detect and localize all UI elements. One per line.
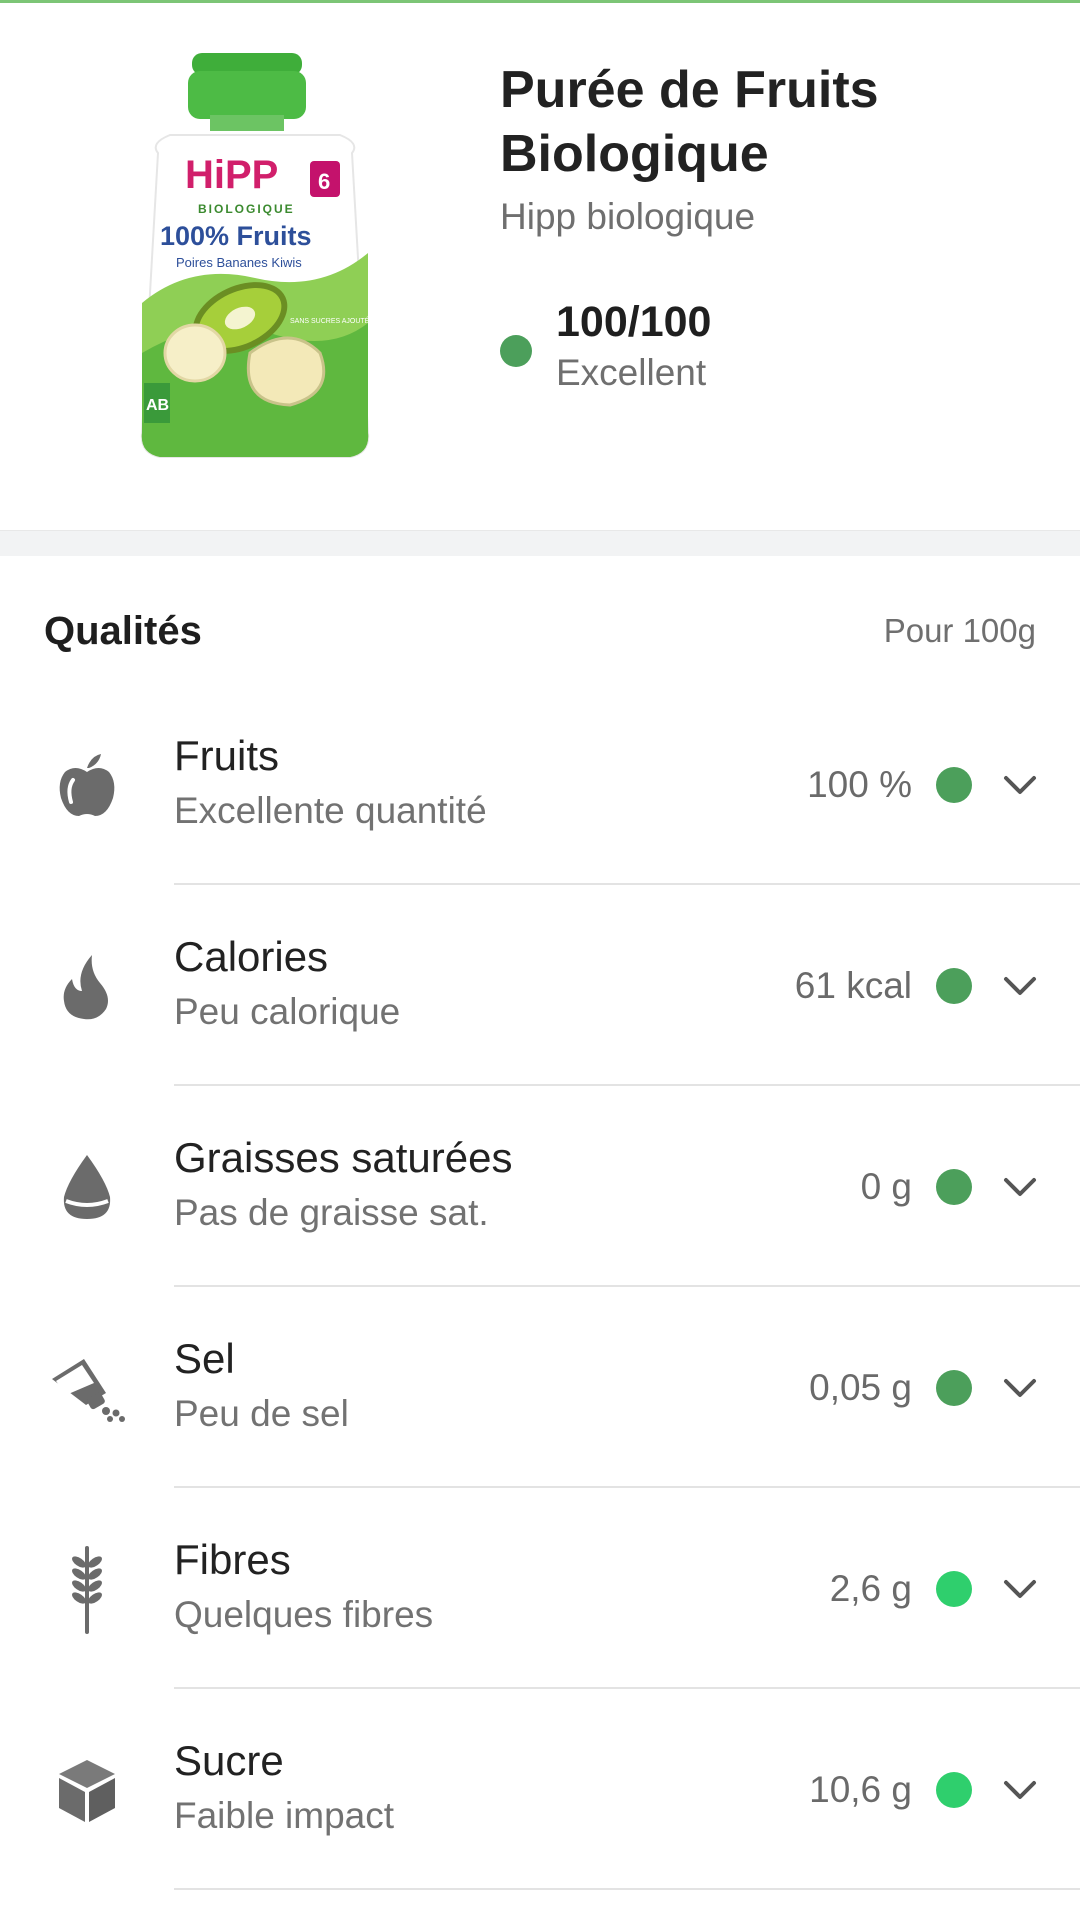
- quality-status-dot: [936, 766, 972, 803]
- drop-icon: [52, 1152, 122, 1222]
- quality-name: Sel: [174, 1335, 235, 1382]
- product-header: HiPP 6 BIOLOGIQUE 100% Fruits Poires Ban…: [0, 3, 1080, 530]
- quality-value: 2,6 g: [829, 1567, 912, 1609]
- ab-seal: AB: [146, 397, 169, 414]
- quality-value: 0 g: [860, 1165, 912, 1207]
- package-line: BIOLOGIQUE: [198, 202, 295, 216]
- age-badge: 6: [318, 169, 330, 194]
- package-flavour: Poires Bananes Kiwis: [176, 255, 302, 270]
- quality-value: 0,05 g: [809, 1366, 912, 1408]
- qualities-title: Qualités: [44, 608, 202, 653]
- section-divider: [0, 530, 1080, 556]
- sugar-cube-icon: [52, 1755, 122, 1825]
- product-image[interactable]: HiPP 6 BIOLOGIQUE 100% Fruits Poires Ban…: [130, 53, 380, 473]
- quality-value: 100 %: [807, 763, 912, 805]
- product-brand: Hipp biologique: [500, 196, 756, 237]
- quality-value: 61 kcal: [794, 964, 912, 1006]
- quality-name: Graisses saturées: [174, 1134, 513, 1181]
- chevron-down-icon[interactable]: [1002, 1370, 1038, 1406]
- quality-status-dot: [936, 1168, 972, 1205]
- quality-desc: Peu de sel: [174, 1393, 349, 1434]
- quality-status-dot: [936, 1771, 972, 1808]
- quality-desc: Peu calorique: [174, 991, 401, 1032]
- row-divider: [174, 1888, 1080, 1890]
- quality-name: Fruits: [174, 732, 279, 779]
- score-value: 100/100: [556, 298, 712, 346]
- chevron-down-icon[interactable]: [1002, 968, 1038, 1004]
- flame-icon: [52, 951, 122, 1021]
- chevron-down-icon[interactable]: [1002, 1571, 1038, 1607]
- quality-row-sugar[interactable]: Sucre Faible impact 10,6 g: [0, 1689, 1080, 1890]
- quality-row-saturated-fat[interactable]: Graisses saturées Pas de graisse sat. 0 …: [0, 1086, 1080, 1287]
- chevron-down-icon[interactable]: [1002, 767, 1038, 803]
- quality-row-calories[interactable]: Calories Peu calorique 61 kcal: [0, 885, 1080, 1086]
- quality-row-fiber[interactable]: Fibres Quelques fibres 2,6 g: [0, 1488, 1080, 1689]
- quality-desc: Pas de graisse sat.: [174, 1192, 489, 1233]
- score-label: Excellent: [556, 352, 707, 393]
- qualities-list: Fruits Excellente quantité 100 % Calorie…: [0, 684, 1080, 1890]
- product-title: Purée de Fruits Biologique: [500, 61, 879, 183]
- hipp-logo: HiPP: [185, 153, 278, 197]
- package-headline: 100% Fruits: [160, 221, 312, 251]
- score-summary: 100/100 Excellent: [500, 297, 711, 399]
- quality-name: Fibres: [174, 1536, 291, 1583]
- apple-icon: [52, 750, 122, 820]
- quality-desc: Quelques fibres: [174, 1594, 434, 1635]
- salt-shaker-icon: [46, 1353, 130, 1423]
- quality-value: 10,6 g: [809, 1768, 912, 1810]
- quality-name: Sucre: [174, 1737, 284, 1784]
- chevron-down-icon[interactable]: [1002, 1772, 1038, 1808]
- quality-row-salt[interactable]: Sel Peu de sel 0,05 g: [0, 1287, 1080, 1488]
- quality-status-dot: [936, 1570, 972, 1607]
- quality-desc: Faible impact: [174, 1795, 395, 1836]
- qualities-unit: Pour 100g: [883, 612, 1036, 649]
- quality-desc: Excellente quantité: [174, 790, 487, 831]
- quality-name: Calories: [174, 933, 329, 980]
- quality-row-fruits[interactable]: Fruits Excellente quantité 100 %: [0, 684, 1080, 885]
- chevron-down-icon[interactable]: [1002, 1169, 1038, 1205]
- quality-status-dot: [936, 967, 972, 1004]
- wheat-icon: [52, 1545, 122, 1634]
- package-claim: SANS SUCRES AJOUTÉS: [290, 316, 374, 325]
- score-status-dot: [500, 335, 532, 367]
- quality-status-dot: [936, 1369, 972, 1406]
